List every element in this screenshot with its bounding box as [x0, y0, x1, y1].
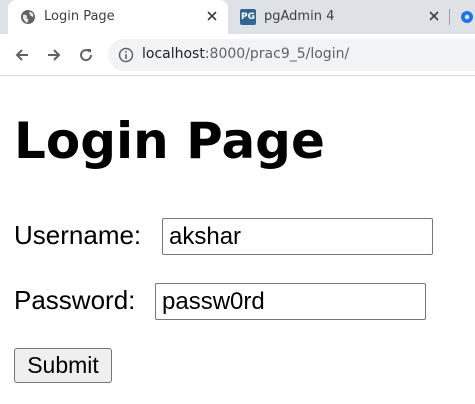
- browser-toolbar: localhost:8000/prac9_5/login/: [0, 34, 475, 76]
- close-tab-icon[interactable]: [204, 8, 220, 24]
- url-path: :8000/prac9_5/login/: [204, 46, 350, 62]
- username-input[interactable]: [162, 218, 433, 255]
- reload-button[interactable]: [73, 42, 99, 68]
- forward-button[interactable]: [41, 42, 67, 68]
- gear-icon[interactable]: [459, 9, 475, 25]
- tab-title: Login Page: [44, 9, 115, 24]
- password-label: Password:: [14, 285, 136, 315]
- url-text: localhost:8000/prac9_5/login/: [142, 46, 349, 62]
- info-icon[interactable]: [118, 47, 134, 63]
- pgadmin-icon: PG: [240, 9, 256, 25]
- close-tab-icon[interactable]: [426, 8, 442, 24]
- address-bar[interactable]: localhost:8000/prac9_5/login/: [108, 39, 475, 71]
- username-label: Username:: [14, 220, 142, 250]
- page-title: Login Page: [14, 112, 325, 170]
- submit-button[interactable]: Submit: [14, 348, 112, 383]
- password-input[interactable]: [155, 283, 426, 320]
- back-button[interactable]: [9, 42, 35, 68]
- tab-login-page[interactable]: Login Page: [8, 0, 228, 34]
- tab-pgadmin[interactable]: PG pgAdmin 4: [230, 0, 450, 34]
- tab-separator: [449, 9, 450, 25]
- tab-title: pgAdmin 4: [264, 9, 335, 24]
- url-host: localhost: [142, 46, 205, 62]
- tab-strip: Login Page PG pgAdmin 4: [0, 0, 475, 34]
- globe-icon: [20, 9, 36, 25]
